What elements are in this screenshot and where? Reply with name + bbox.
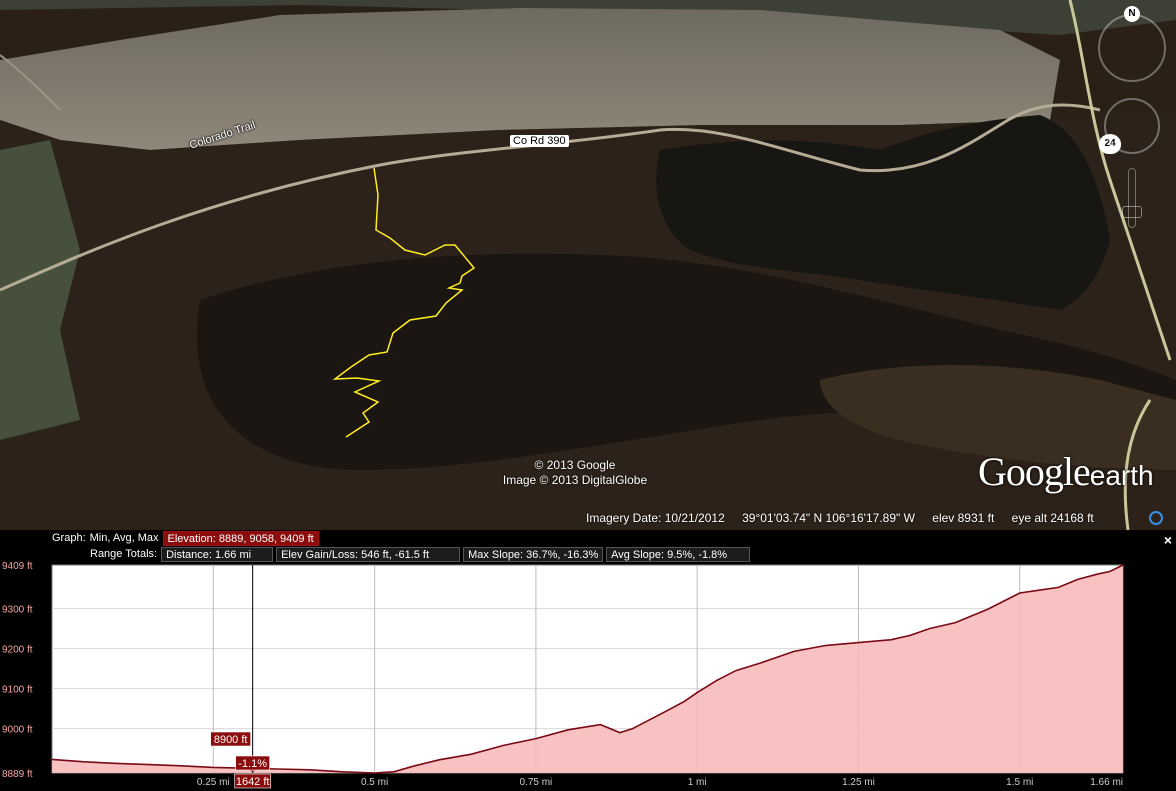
road-label: Co Rd 390 xyxy=(510,135,569,147)
y-tick-label: 9100 ft xyxy=(2,685,33,696)
map-view[interactable]: Colorado Trail Co Rd 390 24 N © 2013 Goo… xyxy=(0,0,1176,530)
copyright-google: © 2013 Google xyxy=(534,458,616,472)
compass-ring[interactable] xyxy=(1098,14,1166,82)
elevation-profile-panel: 9409 ft 9300 ft 9200 ft 9100 ft 9000 ft 8889 … xyxy=(0,530,1176,791)
distance-stat[interactable]: Distance: 1.66 mi xyxy=(161,547,274,562)
google-earth-logo: Googleearth xyxy=(978,448,1154,495)
streaming-indicator-icon xyxy=(1149,511,1163,525)
y-tick-label: 9300 ft xyxy=(2,605,33,616)
graph-stats-row: Graph: Min, Avg, Max Elevation: 8889, 9058… xyxy=(52,531,322,546)
north-indicator[interactable]: N xyxy=(1124,6,1140,22)
coordinates-readout: 39°01'03.74" N 106°16'17.89" W xyxy=(742,511,915,525)
cursor-elevation-badge: 8900 ft xyxy=(214,734,248,746)
graph-options: Min, Avg, Max xyxy=(89,532,159,544)
logo-earth: earth xyxy=(1089,460,1154,491)
close-button[interactable]: × xyxy=(1164,532,1172,548)
y-tick-label: 9200 ft xyxy=(2,645,33,656)
x-tick-label: 1.5 mi xyxy=(1006,777,1033,788)
y-tick-label: 8889 ft xyxy=(2,769,33,780)
eye-altitude-readout: eye alt 24168 ft xyxy=(1011,511,1094,525)
x-tick-label: 0.25 mi xyxy=(197,777,230,788)
range-totals-row: Range Totals: Distance: 1.66 mi Elev Gain/… xyxy=(90,547,753,562)
copyright-notice: © 2013 Google Image © 2013 DigitalGlobe xyxy=(480,458,670,488)
max-slope-stat[interactable]: Max Slope: 36.7%, -16.3% xyxy=(463,547,604,562)
cursor-distance-badge: 1642 ft xyxy=(236,776,270,788)
zoom-slider-thumb[interactable] xyxy=(1122,206,1142,218)
x-tick-label: 1 mi xyxy=(688,777,707,788)
x-tick-label: 0.5 mi xyxy=(361,777,388,788)
x-tick-label: 1.25 mi xyxy=(842,777,875,788)
elevation-profile-chart[interactable]: 9409 ft 9300 ft 9200 ft 9100 ft 9000 ft 8889 … xyxy=(0,530,1176,791)
elev-gain-loss-stat[interactable]: Elev Gain/Loss: 546 ft, -61.5 ft xyxy=(276,547,461,562)
copyright-imagery: Image © 2013 DigitalGlobe xyxy=(502,473,648,487)
zoom-slider[interactable] xyxy=(1128,168,1136,228)
imagery-date: Imagery Date: 10/21/2012 xyxy=(586,511,725,525)
avg-slope-stat[interactable]: Avg Slope: 9.5%, -1.8% xyxy=(606,547,751,562)
graph-label: Graph: xyxy=(52,532,86,544)
y-tick-label: 9000 ft xyxy=(2,725,33,736)
elevation-stat[interactable]: Elevation: 8889, 9058, 9409 ft xyxy=(162,531,319,546)
logo-google: Google xyxy=(978,449,1091,494)
x-tick-label: 1.66 mi xyxy=(1090,777,1123,788)
navigation-controls[interactable]: N xyxy=(1094,6,1170,236)
x-tick-label: 0.75 mi xyxy=(519,777,552,788)
status-bar: Imagery Date: 10/21/2012 39°01'03.74" N … xyxy=(586,511,1108,525)
pan-control[interactable] xyxy=(1104,98,1160,154)
elevation-readout: elev 8931 ft xyxy=(932,511,995,525)
y-tick-label: 9409 ft xyxy=(2,561,33,572)
cursor-slope-badge: -1.1% xyxy=(238,758,267,770)
range-totals-label: Range Totals: xyxy=(90,548,158,560)
